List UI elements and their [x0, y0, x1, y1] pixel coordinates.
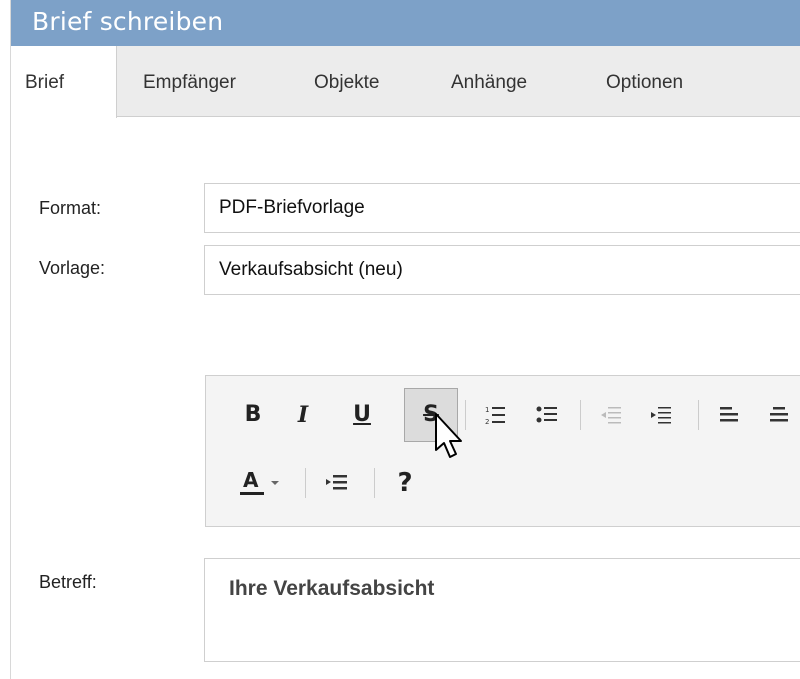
- strikethrough-button[interactable]: S: [404, 388, 458, 442]
- bullet-list-button[interactable]: [522, 390, 572, 440]
- tab-optionen[interactable]: Optionen: [606, 46, 683, 116]
- bold-icon: B: [244, 402, 262, 427]
- editor-toolbar: B I U S 1 2 A ?: [205, 375, 800, 527]
- tab-empfaenger[interactable]: Empfänger: [143, 46, 236, 116]
- align-center-icon: [770, 407, 788, 422]
- font-color-icon: A: [240, 470, 264, 496]
- betreff-editor[interactable]: Ihre Verkaufsabsicht: [204, 558, 800, 662]
- betreff-text: Ihre Verkaufsabsicht: [229, 577, 435, 600]
- underline-button[interactable]: U: [337, 390, 387, 440]
- toolbar-separator: [698, 400, 699, 430]
- block-indent-button[interactable]: [312, 458, 362, 508]
- outdent-button[interactable]: [586, 390, 636, 440]
- numbered-list-icon: 1 2: [485, 406, 505, 426]
- tab-brief[interactable]: Brief: [11, 46, 117, 118]
- align-left-icon: [720, 407, 738, 422]
- font-color-letter: A: [243, 468, 259, 492]
- strikethrough-icon: S: [423, 402, 439, 427]
- help-button[interactable]: ?: [380, 458, 430, 508]
- help-icon: ?: [397, 468, 413, 498]
- svg-text:2: 2: [485, 418, 489, 426]
- font-color-swatch: [240, 492, 264, 495]
- toolbar-separator: [580, 400, 581, 430]
- letter-dialog: Brief schreiben Brief Empfänger Objekte …: [10, 0, 800, 679]
- format-field[interactable]: PDF-Briefvorlage: [204, 183, 800, 233]
- toolbar-separator: [465, 400, 466, 430]
- title-bar: Brief schreiben: [11, 0, 800, 46]
- underline-icon: U: [353, 402, 371, 427]
- toolbar-separator: [305, 468, 306, 498]
- align-center-button[interactable]: [754, 390, 800, 440]
- italic-button[interactable]: I: [278, 390, 328, 440]
- block-indent-icon: [326, 475, 347, 490]
- svg-text:1: 1: [485, 406, 489, 414]
- outdent-icon: [601, 407, 621, 424]
- font-color-button[interactable]: A: [228, 458, 292, 508]
- align-left-button[interactable]: [704, 390, 754, 440]
- tab-anhaenge[interactable]: Anhänge: [451, 46, 527, 116]
- bold-button[interactable]: B: [228, 390, 278, 440]
- tab-objekte[interactable]: Objekte: [314, 46, 379, 116]
- italic-icon: I: [297, 402, 309, 428]
- indent-icon: [651, 407, 671, 424]
- vorlage-field[interactable]: Verkaufsabsicht (neu): [204, 245, 800, 295]
- chevron-down-icon: [271, 481, 279, 485]
- format-label: Format:: [39, 198, 102, 218]
- window-title: Brief schreiben: [32, 7, 224, 36]
- tab-bar: Brief Empfänger Objekte Anhänge Optionen: [11, 46, 800, 118]
- vorlage-label: Vorlage:: [39, 258, 106, 278]
- indent-button[interactable]: [636, 390, 686, 440]
- toolbar-separator: [374, 468, 375, 498]
- bullet-list-icon: [536, 406, 557, 423]
- numbered-list-button[interactable]: 1 2: [470, 390, 520, 440]
- betreff-label: Betreff:: [39, 572, 97, 592]
